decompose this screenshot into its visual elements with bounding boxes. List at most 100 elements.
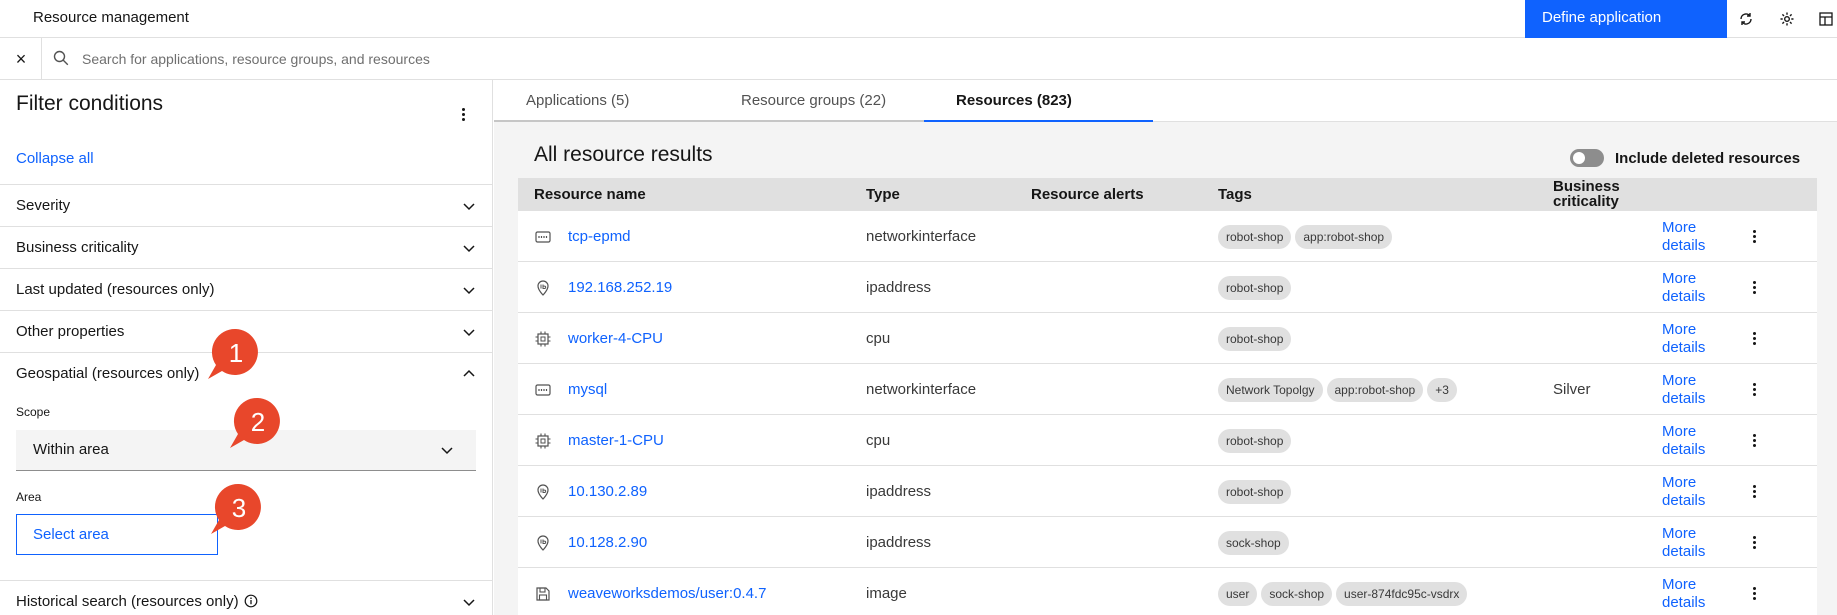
accordion-business-criticality[interactable]: Business criticality (0, 226, 493, 268)
more-details-link[interactable]: More details (1662, 466, 1712, 517)
refresh-icon[interactable] (1735, 8, 1757, 30)
cpu-icon (534, 330, 552, 348)
resource-type: cpu (866, 330, 891, 347)
resource-name-link[interactable]: worker-4-CPU (568, 313, 663, 364)
filter-title: Filter conditions (16, 92, 164, 115)
resource-type: image (866, 585, 907, 602)
more-details-link[interactable]: More details (1662, 313, 1712, 364)
accordion-last-updated[interactable]: Last updated (resources only) (0, 268, 493, 310)
table-row: 10.130.2.89 ipaddress robot-shop More detai… (518, 466, 1817, 517)
resource-type: networkinterface (866, 381, 977, 398)
table-row: tcp-epmd networkinterface robot-shop app:ro… (518, 211, 1817, 262)
row-overflow-menu-icon[interactable] (1746, 430, 1762, 450)
row-overflow-menu-icon[interactable] (1746, 481, 1762, 501)
tag-pill: app:robot-shop (1326, 377, 1424, 402)
more-details-link[interactable]: More details (1662, 517, 1712, 568)
toggle-knob (1573, 152, 1585, 164)
tags-cell: robot-shop app:robot-shop (1218, 211, 1396, 262)
resource-name-link[interactable]: mysql (568, 364, 607, 415)
filter-overflow-menu-icon[interactable] (455, 104, 471, 124)
resource-name-link[interactable]: 10.128.2.90 (568, 517, 647, 568)
resource-type: ipaddress (866, 483, 932, 500)
callout-number: 3 (231, 493, 247, 523)
resource-name-link[interactable]: weaveworksdemos/user:0.4.7 (568, 568, 766, 615)
chevron-down-icon (462, 241, 476, 258)
row-overflow-menu-icon[interactable] (1746, 532, 1762, 552)
table-row: master-1-CPU cpu robot-shop More details (518, 415, 1817, 466)
scope-label: Scope (16, 405, 51, 419)
accordion-severity[interactable]: Severity (0, 184, 493, 226)
tab-applications[interactable]: Applications (5) (494, 80, 723, 122)
area-label: Area (16, 490, 42, 504)
tag-pill: robot-shop (1218, 275, 1292, 300)
ip-address-icon (534, 534, 552, 552)
tag-pill[interactable]: +3 (1427, 377, 1457, 402)
tab-resources[interactable]: Resources (823) (924, 80, 1153, 122)
more-details-link[interactable]: More details (1662, 568, 1712, 615)
select-area-button[interactable]: Select area (16, 514, 218, 555)
info-icon[interactable] (244, 594, 258, 611)
table-header: Resource name Type Resource alerts Tags … (518, 178, 1817, 211)
image-icon (534, 585, 552, 603)
column-header-business-criticality[interactable]: Business criticality (1553, 179, 1633, 209)
close-icon[interactable]: × (10, 48, 32, 70)
results-panel: Applications (5) Resource groups (22) Re… (494, 80, 1837, 615)
tag-pill: sock-shop (1218, 530, 1289, 555)
column-header-type[interactable]: Type (866, 178, 900, 211)
include-deleted-toggle[interactable] (1570, 149, 1604, 167)
resource-name-link[interactable]: 192.168.252.19 (568, 262, 672, 313)
resource-name-link[interactable]: tcp-epmd (568, 211, 631, 262)
callout-marker-3: 3 (207, 478, 271, 542)
resource-type: ipaddress (866, 534, 932, 551)
callout-number: 2 (250, 407, 266, 437)
row-overflow-menu-icon[interactable] (1746, 583, 1762, 603)
ip-address-icon (534, 483, 552, 501)
settings-icon[interactable] (1776, 8, 1798, 30)
include-deleted-label: Include deleted resources (1615, 150, 1801, 167)
search-input[interactable] (82, 46, 982, 72)
accordion-label: Geospatial (resources only) (16, 365, 200, 382)
table-row: 10.128.2.90 ipaddress sock-shop More detail… (518, 517, 1817, 568)
resources-table: Resource name Type Resource alerts Tags … (518, 178, 1817, 615)
resource-name-link[interactable]: 10.130.2.89 (568, 466, 647, 517)
tab-list: Applications (5) Resource groups (22) Re… (494, 80, 1837, 122)
network-interface-icon (534, 381, 552, 399)
more-details-link[interactable]: More details (1662, 262, 1712, 313)
tag-pill: user (1218, 581, 1258, 606)
business-criticality-value: Silver (1553, 381, 1591, 398)
row-overflow-menu-icon[interactable] (1746, 379, 1762, 399)
more-details-link[interactable]: More details (1662, 415, 1712, 466)
tags-cell: sock-shop (1218, 517, 1293, 568)
define-application-button[interactable]: Define application (1525, 0, 1727, 38)
accordion-label: Other properties (16, 323, 125, 340)
results-title: All resource results (534, 143, 713, 166)
resource-name-link[interactable]: master-1-CPU (568, 415, 664, 466)
column-header-resource-alerts[interactable]: Resource alerts (1031, 178, 1144, 211)
table-row: 192.168.252.19 ipaddress robot-shop More de… (518, 262, 1817, 313)
tab-resource-groups[interactable]: Resource groups (22) (709, 80, 925, 122)
app-title: Resource management (33, 9, 189, 26)
resource-type: networkinterface (866, 228, 977, 245)
more-details-link[interactable]: More details (1662, 211, 1712, 262)
accordion-label: Last updated (resources only) (16, 281, 215, 298)
tags-cell: robot-shop (1218, 415, 1295, 466)
column-header-resource-name[interactable]: Resource name (534, 178, 646, 211)
accordion-label: Severity (16, 197, 71, 214)
network-interface-icon (534, 228, 552, 246)
accordion-historical-search[interactable]: Historical search (resources only) (0, 580, 493, 615)
table-body: tcp-epmd networkinterface robot-shop app:ro… (518, 211, 1817, 615)
tag-pill: robot-shop (1218, 479, 1292, 504)
row-overflow-menu-icon[interactable] (1746, 277, 1762, 297)
cpu-icon (534, 432, 552, 450)
search-icon (52, 49, 70, 70)
app-header: Resource management Define application (0, 0, 1837, 38)
column-header-tags[interactable]: Tags (1218, 178, 1252, 211)
accordion-label: Business criticality (16, 239, 139, 256)
dashboard-icon[interactable] (1815, 8, 1837, 30)
table-row: worker-4-CPU cpu robot-shop More details (518, 313, 1817, 364)
collapse-all-link[interactable]: Collapse all (16, 150, 94, 167)
more-details-link[interactable]: More details (1662, 364, 1712, 415)
chevron-down-icon (462, 199, 476, 216)
row-overflow-menu-icon[interactable] (1746, 226, 1762, 246)
row-overflow-menu-icon[interactable] (1746, 328, 1762, 348)
